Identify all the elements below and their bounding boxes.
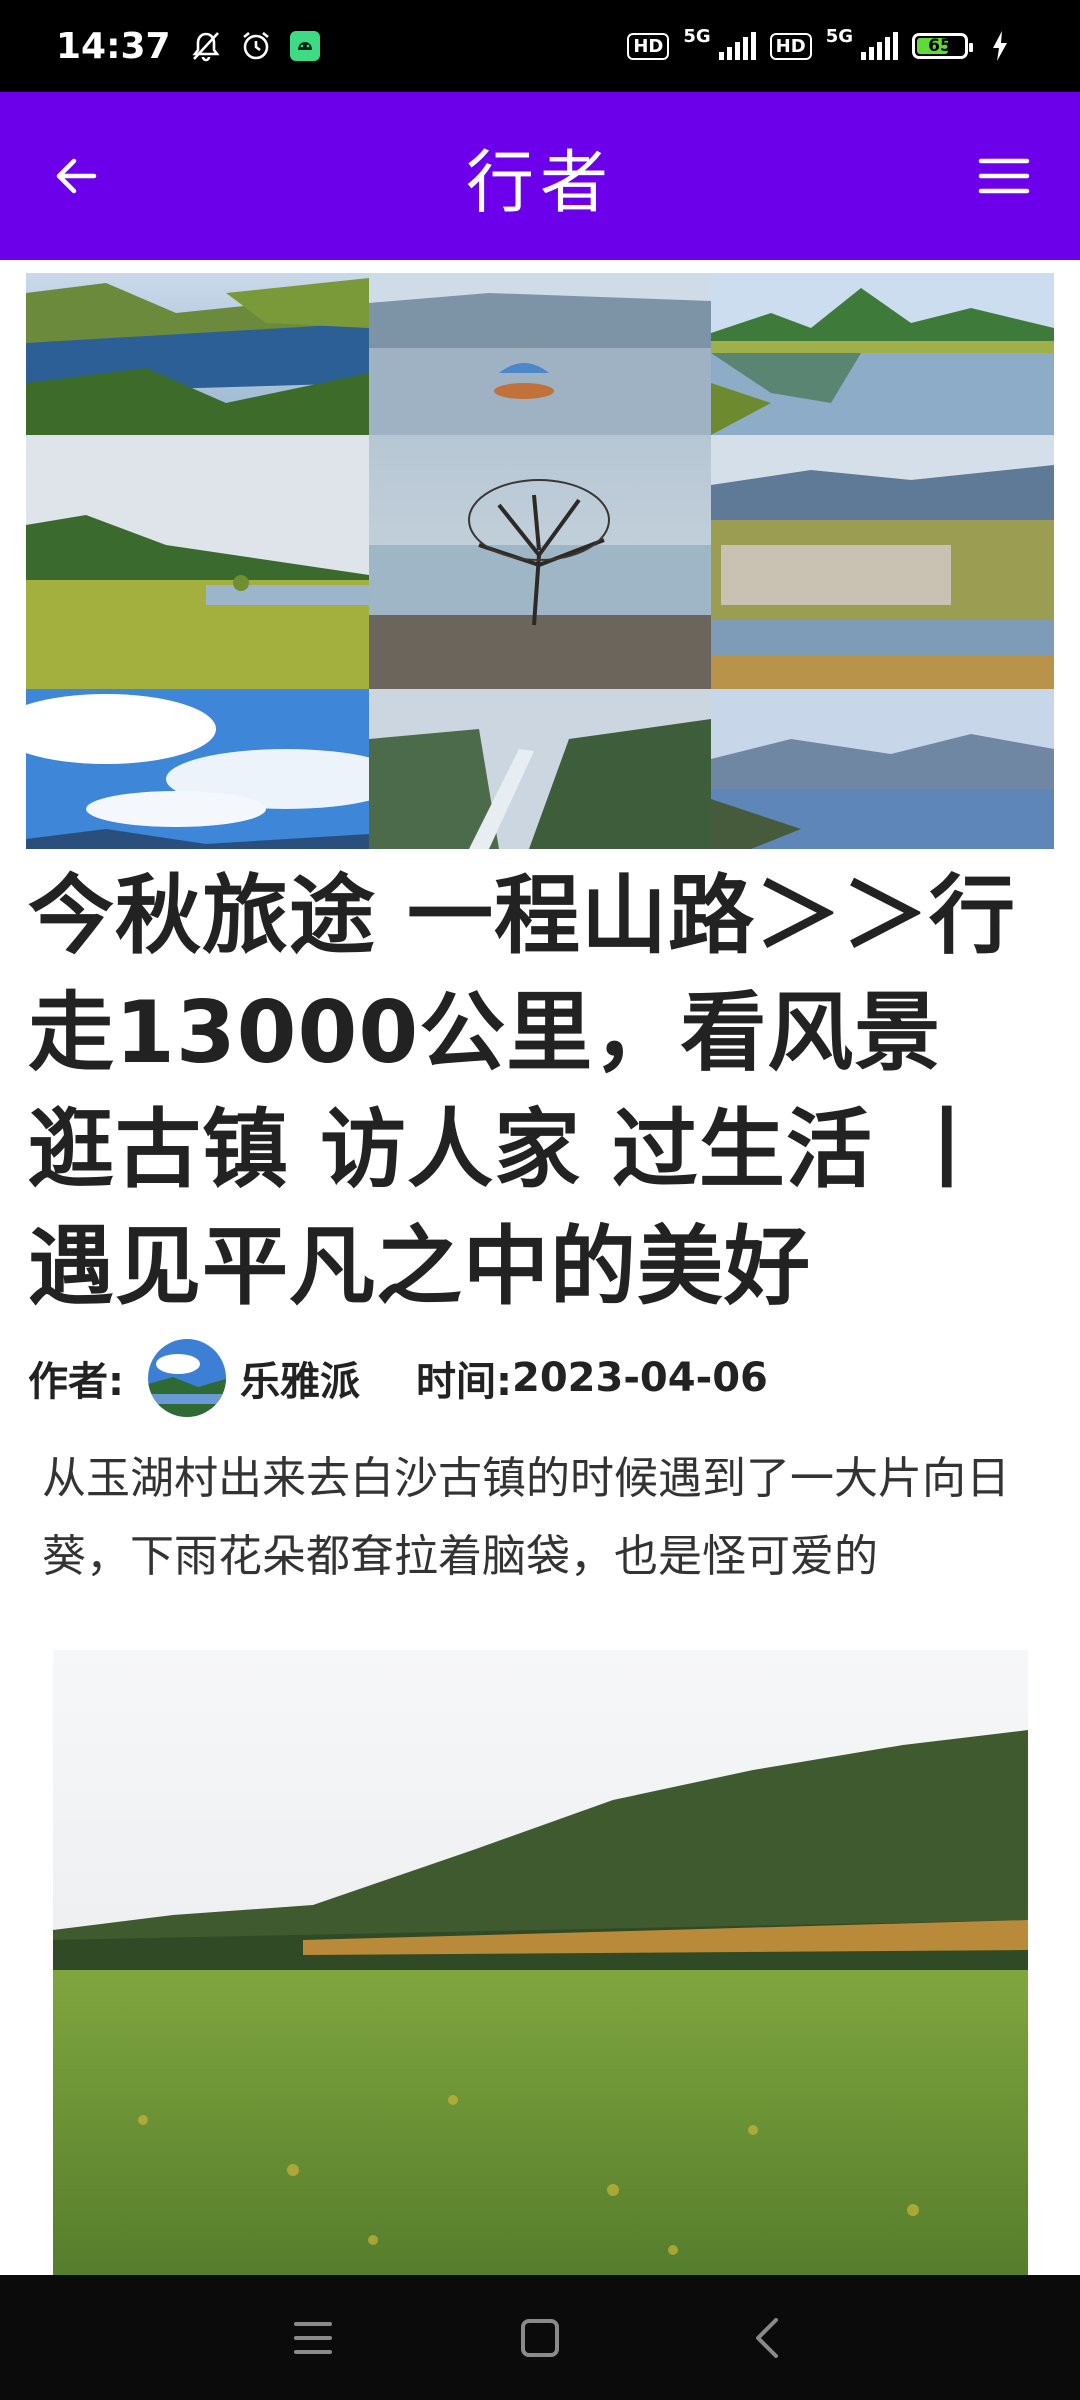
hd-badge-2: HD <box>769 32 812 60</box>
battery-level: 65 <box>928 36 952 56</box>
back-icon <box>755 2317 778 2358</box>
android-icon <box>289 30 321 62</box>
article-meta: 作者: 乐雅派 时间: 2023-04-06 <box>28 1338 768 1418</box>
gallery-image-lone-tree-lakeshore[interactable] <box>369 435 711 689</box>
hd-badge: HD <box>627 32 670 60</box>
hamburger-menu-icon <box>978 158 1030 194</box>
app-bar: 行者 <box>0 92 1080 260</box>
home-button[interactable] <box>500 2298 580 2378</box>
gallery-image-boat-on-lake[interactable] <box>369 273 711 435</box>
article-image-sunflower-field[interactable] <box>53 1650 1028 2275</box>
network-type: 5G <box>683 25 711 47</box>
arrow-left-icon <box>56 158 97 194</box>
gallery-image-blue-sky-clouds[interactable] <box>26 689 369 849</box>
back-button[interactable] <box>46 146 106 206</box>
time-label: 时间: <box>416 1359 512 1405</box>
app-title: 行者 <box>465 143 614 223</box>
photo-gallery <box>26 273 1054 849</box>
battery-icon: 65 <box>912 33 973 59</box>
system-nav-bar <box>0 2275 1080 2400</box>
publish-date: 2023-04-06 <box>512 1355 768 1401</box>
author-name[interactable]: 乐雅派 <box>240 1349 360 1407</box>
nav-back-button[interactable] <box>727 2298 807 2378</box>
menu-button[interactable] <box>972 146 1036 206</box>
status-right: HD 5G HD 5G 65 <box>627 26 1024 61</box>
recent-apps-button[interactable] <box>273 2298 353 2378</box>
status-bar: 14:37 HD 5G HD 5G 65 <box>0 0 1080 92</box>
gallery-image-lake-mountains[interactable] <box>711 689 1054 849</box>
avatar[interactable] <box>148 1339 226 1417</box>
network-type-2: 5G <box>825 25 853 47</box>
gallery-image-village-by-lake[interactable] <box>711 435 1054 689</box>
charging-icon <box>992 31 1008 61</box>
signal-icon-2 <box>861 32 898 60</box>
gallery-image-grassland[interactable] <box>26 435 369 689</box>
gallery-image-lake-valley[interactable] <box>26 273 369 435</box>
home-icon <box>520 2318 559 2357</box>
gallery-image-river-canyon[interactable] <box>369 689 711 849</box>
alarm-icon <box>239 29 273 63</box>
article-title: 今秋旅途 一程山路＞＞行走13000公里，看风景 逛古镇 访人家 过生活 丨 遇… <box>28 866 1016 1317</box>
signal-icon <box>718 32 756 60</box>
gallery-image-green-hills-reflection[interactable] <box>711 273 1054 435</box>
status-time: 14:37 <box>56 25 171 67</box>
recent-apps-icon <box>294 2321 333 2354</box>
article-paragraph: 从玉湖村出来去白沙古镇的时候遇到了一大片向日葵，下雨花朵都耷拉着脑袋，也是怪可爱… <box>42 1453 1010 1582</box>
mute-bell-icon <box>189 29 223 63</box>
author-label: 作者: <box>28 1359 124 1405</box>
